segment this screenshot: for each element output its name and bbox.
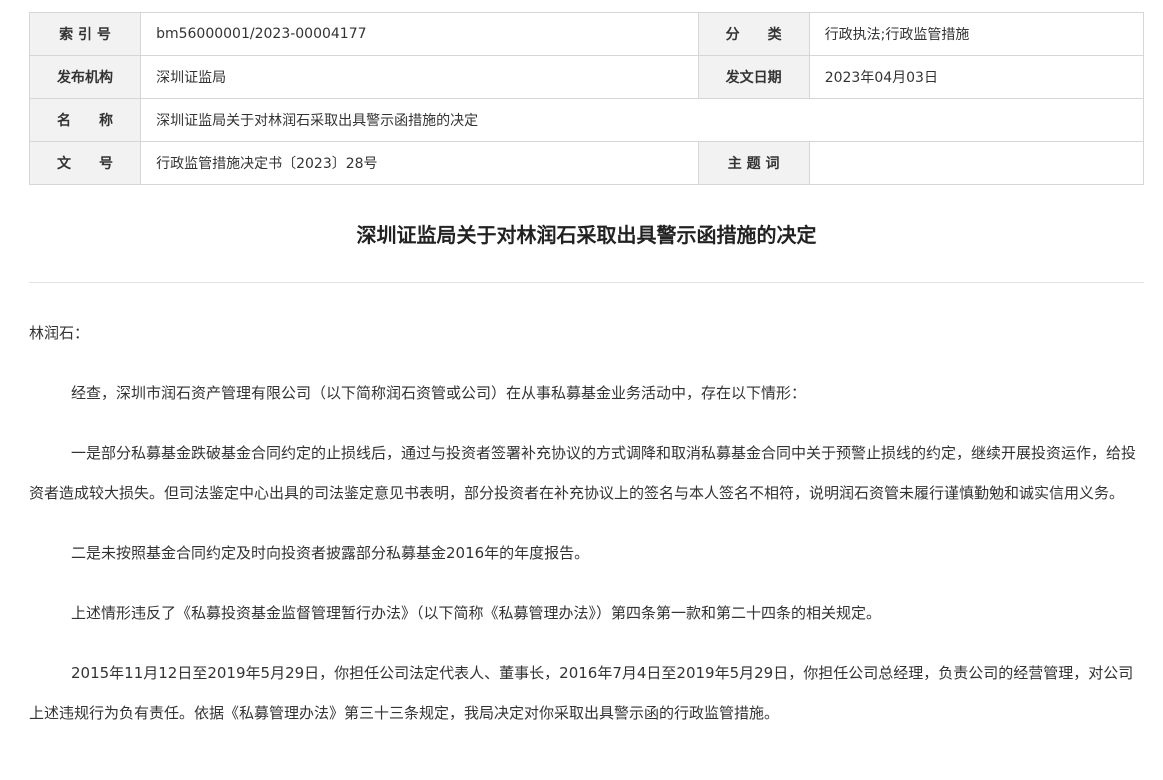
- subject-value: [808, 141, 1145, 185]
- title-divider: [29, 282, 1144, 283]
- name-value: 深圳证监局关于对林润石采取出具警示函措施的决定: [140, 98, 1144, 142]
- category-value: 行政执法;行政监管措施: [808, 12, 1145, 56]
- publisher-value: 深圳证监局: [140, 55, 699, 99]
- paragraph-decision: 2015年11月12日至2019年5月29日，你担任公司法定代表人、董事长，20…: [29, 664, 1134, 722]
- subject-label: 主 题 词: [697, 141, 810, 185]
- meta-row-index: 索 引 号 bm56000001/2023-00004177 分 类 行政执法;…: [28, 12, 1145, 56]
- category-label: 分 类: [697, 12, 810, 56]
- paragraph-findings-intro: 经查，深圳市润石资产管理有限公司（以下简称润石资管或公司）在从事私募基金业务活动…: [71, 384, 807, 402]
- meta-row-name: 名 称 深圳证监局关于对林润石采取出具警示函措施的决定: [28, 98, 1144, 142]
- meta-row-doc-no: 文 号 行政监管措施决定书〔2023〕28号 主 题 词: [28, 141, 1145, 185]
- doc-no-value: 行政监管措施决定书〔2023〕28号: [140, 141, 699, 185]
- date-value: 2023年04月03日: [808, 55, 1145, 99]
- paragraph-finding-two: 二是未按照基金合同约定及时向投资者披露部分私募基金2016年的年度报告。: [71, 544, 590, 562]
- paragraph-finding-one: 一是部分私募基金跌破基金合同约定的止损线后，通过与投资者签署补充协议的方式调降和…: [29, 444, 1137, 502]
- name-label: 名 称: [28, 98, 142, 142]
- publisher-label: 发布机构: [28, 55, 142, 99]
- paragraph-violation: 上述情形违反了《私募投资基金监督管理暂行办法》（以下简称《私募管理办法》）第四条…: [71, 604, 882, 622]
- doc-no-label: 文 号: [28, 141, 142, 185]
- document-title: 深圳证监局关于对林润石采取出具警示函措施的决定: [356, 223, 817, 247]
- index-value: bm56000001/2023-00004177: [140, 12, 699, 56]
- salutation: 林润石：: [29, 324, 90, 342]
- document-body: 林润石： 经查，深圳市润石资产管理有限公司（以下简称润石资管或公司）在从事私募基…: [29, 313, 1144, 753]
- date-label: 发文日期: [697, 55, 810, 99]
- document-meta-table: 索 引 号 bm56000001/2023-00004177 分 类 行政执法;…: [28, 12, 1145, 185]
- meta-row-publisher: 发布机构 深圳证监局 发文日期 2023年04月03日: [28, 55, 1145, 99]
- index-label: 索 引 号: [28, 12, 142, 56]
